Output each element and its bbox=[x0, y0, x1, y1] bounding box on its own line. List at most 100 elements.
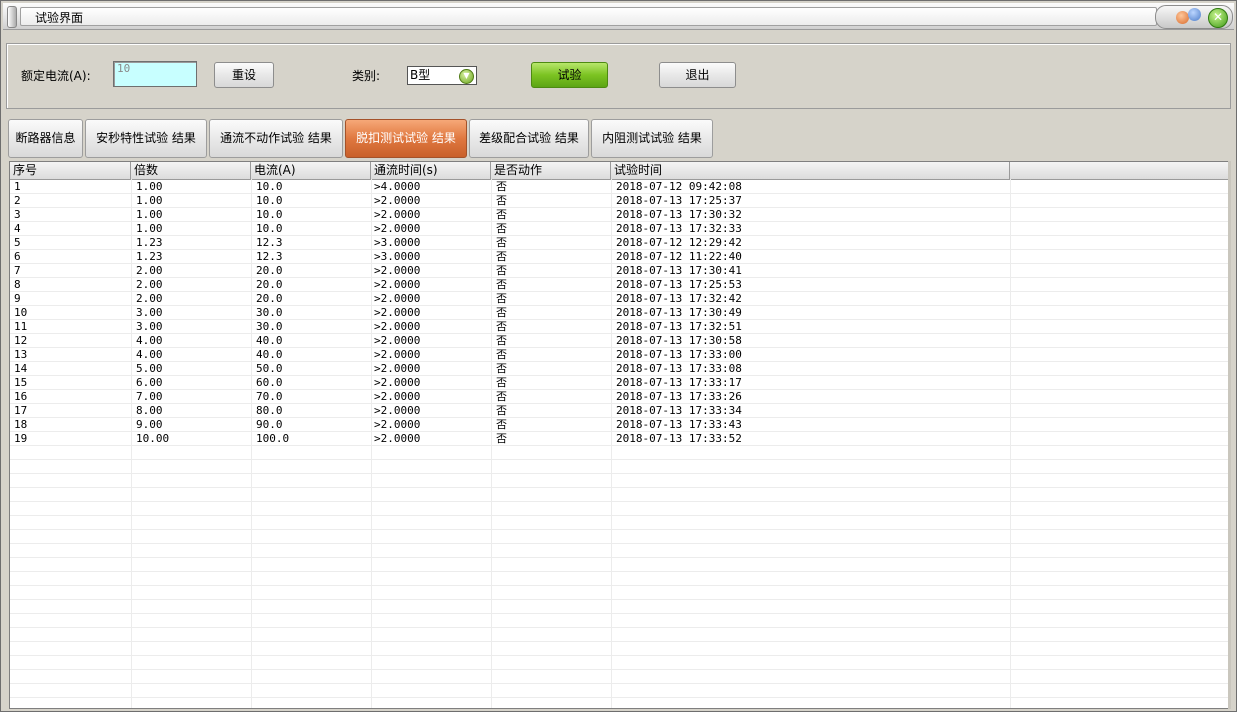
cell-duration: >2.0000 bbox=[374, 292, 421, 305]
table-row[interactable]: 16 7.00 70.0 >2.0000 否 2018-07-13 17:33:26 bbox=[10, 390, 1229, 404]
test-window: 试验界面 ✕ 额定电流(A): 10 重设 类别: B型 ▼ 试验 退出 断路器… bbox=[0, 0, 1237, 712]
chevron-down-icon[interactable]: ▼ bbox=[459, 69, 474, 84]
cell-tripped: 否 bbox=[496, 404, 507, 417]
cell-index: 16 bbox=[14, 390, 28, 403]
cell-duration: >2.0000 bbox=[374, 320, 421, 333]
table-row[interactable]: 6 1.23 12.3 >3.0000 否 2018-07-12 11:22:40 bbox=[10, 250, 1229, 264]
cell-test-time: 2018-07-13 17:30:32 bbox=[616, 208, 742, 221]
column-header-duration[interactable]: 通流时间(s) bbox=[371, 162, 491, 179]
test-button[interactable]: 试验 bbox=[531, 62, 608, 88]
cell-current: 10.0 bbox=[256, 208, 283, 221]
cell-test-time: 2018-07-13 17:32:51 bbox=[616, 320, 742, 333]
exit-button[interactable]: 退出 bbox=[659, 62, 736, 88]
cell-duration: >2.0000 bbox=[374, 362, 421, 375]
cell-current: 10.0 bbox=[256, 194, 283, 207]
category-select[interactable]: B型 ▼ bbox=[407, 66, 477, 85]
table-row[interactable]: 18 9.00 90.0 >2.0000 否 2018-07-13 17:33:43 bbox=[10, 418, 1229, 432]
table-row[interactable]: 3 1.00 10.0 >2.0000 否 2018-07-13 17:30:32 bbox=[10, 208, 1229, 222]
cell-tripped: 否 bbox=[496, 320, 507, 333]
cell-current: 30.0 bbox=[256, 306, 283, 319]
cell-current: 20.0 bbox=[256, 278, 283, 291]
maximize-icon[interactable] bbox=[1188, 8, 1201, 21]
cell-test-time: 2018-07-13 17:33:26 bbox=[616, 390, 742, 403]
rated-current-input[interactable]: 10 bbox=[113, 61, 197, 87]
tab-no-trip-result[interactable]: 通流不动作试验 结果 bbox=[209, 119, 343, 158]
cell-duration: >2.0000 bbox=[374, 264, 421, 277]
cell-current: 30.0 bbox=[256, 320, 283, 333]
cell-current: 50.0 bbox=[256, 362, 283, 375]
cell-multiple: 1.00 bbox=[136, 180, 163, 193]
cell-index: 7 bbox=[14, 264, 21, 277]
cell-tripped: 否 bbox=[496, 376, 507, 389]
cell-multiple: 2.00 bbox=[136, 278, 163, 291]
window-title: 试验界面 bbox=[35, 11, 84, 25]
column-header-multiple[interactable]: 倍数 bbox=[131, 162, 251, 179]
cell-test-time: 2018-07-13 17:25:53 bbox=[616, 278, 742, 291]
column-divider bbox=[491, 179, 492, 708]
cell-duration: >3.0000 bbox=[374, 236, 421, 249]
cell-current: 80.0 bbox=[256, 404, 283, 417]
cell-tripped: 否 bbox=[496, 278, 507, 291]
cell-current: 70.0 bbox=[256, 390, 283, 403]
table-row[interactable]: 11 3.00 30.0 >2.0000 否 2018-07-13 17:32:51 bbox=[10, 320, 1229, 334]
column-divider bbox=[611, 179, 612, 708]
cell-current: 12.3 bbox=[256, 250, 283, 263]
table-row[interactable]: 17 8.00 80.0 >2.0000 否 2018-07-13 17:33:34 bbox=[10, 404, 1229, 418]
table-row[interactable]: 12 4.00 40.0 >2.0000 否 2018-07-13 17:30:58 bbox=[10, 334, 1229, 348]
table-row[interactable]: 5 1.23 12.3 >3.0000 否 2018-07-12 12:29:42 bbox=[10, 236, 1229, 250]
tab-breaker-info[interactable]: 断路器信息 bbox=[8, 119, 83, 158]
table-row[interactable]: 2 1.00 10.0 >2.0000 否 2018-07-13 17:25:37 bbox=[10, 194, 1229, 208]
tab-internal-resistance-result[interactable]: 内阻测试试验 结果 bbox=[591, 119, 713, 158]
table-row[interactable]: 7 2.00 20.0 >2.0000 否 2018-07-13 17:30:41 bbox=[10, 264, 1229, 278]
cell-test-time: 2018-07-13 17:30:58 bbox=[616, 334, 742, 347]
cell-test-time: 2018-07-13 17:30:49 bbox=[616, 306, 742, 319]
cell-multiple: 9.00 bbox=[136, 418, 163, 431]
cell-duration: >2.0000 bbox=[374, 208, 421, 221]
table-row[interactable]: 15 6.00 60.0 >2.0000 否 2018-07-13 17:33:17 bbox=[10, 376, 1229, 390]
table-row[interactable]: 4 1.00 10.0 >2.0000 否 2018-07-13 17:32:33 bbox=[10, 222, 1229, 236]
column-divider bbox=[131, 179, 132, 708]
column-header-tripped[interactable]: 是否动作 bbox=[491, 162, 611, 179]
cell-test-time: 2018-07-13 17:25:37 bbox=[616, 194, 742, 207]
tab-ampere-second-result[interactable]: 安秒特性试验 结果 bbox=[85, 119, 207, 158]
cell-index: 10 bbox=[14, 306, 28, 319]
cell-current: 20.0 bbox=[256, 292, 283, 305]
table-row[interactable]: 1 1.00 10.0 >4.0000 否 2018-07-12 09:42:08 bbox=[10, 180, 1229, 194]
cell-multiple: 7.00 bbox=[136, 390, 163, 403]
cell-duration: >2.0000 bbox=[374, 376, 421, 389]
cell-test-time: 2018-07-13 17:32:33 bbox=[616, 222, 742, 235]
cell-index: 18 bbox=[14, 418, 28, 431]
cell-tripped: 否 bbox=[496, 306, 507, 319]
table-row[interactable]: 13 4.00 40.0 >2.0000 否 2018-07-13 17:33:00 bbox=[10, 348, 1229, 362]
reset-button[interactable]: 重设 bbox=[214, 62, 274, 88]
table-row[interactable]: 14 5.00 50.0 >2.0000 否 2018-07-13 17:33:08 bbox=[10, 362, 1229, 376]
close-icon[interactable]: ✕ bbox=[1208, 8, 1228, 28]
column-header-current[interactable]: 电流(A) bbox=[251, 162, 371, 179]
cell-duration: >2.0000 bbox=[374, 222, 421, 235]
column-header-index[interactable]: 序号 bbox=[10, 162, 131, 179]
cell-index: 19 bbox=[14, 432, 28, 445]
cell-multiple: 8.00 bbox=[136, 404, 163, 417]
category-label: 类别: bbox=[352, 69, 381, 83]
cell-tripped: 否 bbox=[496, 264, 507, 277]
cell-current: 100.0 bbox=[256, 432, 290, 445]
cell-tripped: 否 bbox=[496, 236, 507, 249]
cell-tripped: 否 bbox=[496, 348, 507, 361]
table-row[interactable]: 9 2.00 20.0 >2.0000 否 2018-07-13 17:32:42 bbox=[10, 292, 1229, 306]
tab-coordination-result[interactable]: 差级配合试验 结果 bbox=[469, 119, 589, 158]
table-row[interactable]: 19 10.00 100.0 >2.0000 否 2018-07-13 17:33:52 bbox=[10, 432, 1229, 446]
cell-tripped: 否 bbox=[496, 390, 507, 403]
table-row[interactable]: 10 3.00 30.0 >2.0000 否 2018-07-13 17:30:49 bbox=[10, 306, 1229, 320]
column-header-test-time[interactable]: 试验时间 bbox=[611, 162, 1010, 179]
cell-multiple: 2.00 bbox=[136, 264, 163, 277]
table-row[interactable]: 8 2.00 20.0 >2.0000 否 2018-07-13 17:25:53 bbox=[10, 278, 1229, 292]
tab-trip-test-result[interactable]: 脱扣测试试验 结果 bbox=[345, 119, 467, 158]
cell-current: 10.0 bbox=[256, 180, 283, 193]
cell-multiple: 10.00 bbox=[136, 432, 170, 445]
cell-multiple: 4.00 bbox=[136, 348, 163, 361]
cell-multiple: 1.00 bbox=[136, 194, 163, 207]
cell-current: 12.3 bbox=[256, 236, 283, 249]
right-edge bbox=[1228, 161, 1231, 709]
cell-test-time: 2018-07-13 17:33:00 bbox=[616, 348, 742, 361]
cell-duration: >2.0000 bbox=[374, 334, 421, 347]
